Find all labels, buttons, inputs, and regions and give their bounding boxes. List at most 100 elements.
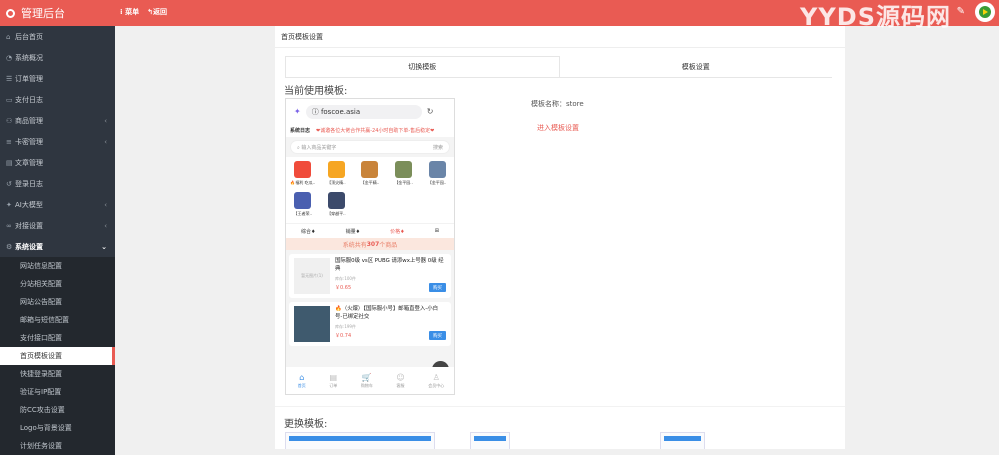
sidebar-item-label: 登录日志 — [15, 179, 43, 188]
sidebar-item[interactable]: ✦ AI大模型 ‹ — [0, 194, 115, 215]
sidebar-item-label: 订单管理 — [15, 74, 43, 83]
category-label: 【顶尖精.. — [327, 180, 346, 185]
nav-icon: ♙ — [432, 372, 440, 382]
sidebar-item[interactable]: ⌂ 后台首页 — [0, 26, 115, 47]
tool-icon[interactable]: ✎ — [957, 6, 965, 17]
sidebar-item[interactable]: ◔ 系统概况 — [0, 47, 115, 68]
sidebar-item-label: 后台首页 — [15, 32, 43, 41]
current-template-title: 当前使用模板: — [284, 86, 348, 97]
tab-bar: 切换模板 模板设置 — [285, 56, 832, 78]
submenu-item[interactable]: 计划任务设置 — [0, 437, 115, 455]
category-label: 【穿越平.. — [327, 211, 346, 216]
template-preview[interactable]: ✦ ⓘ foscoe.asia ↻ 系统日志 ❤诚邀各位大佬合作共赢-24小时自… — [285, 98, 455, 395]
menu-toggle-button[interactable]: ⁝ 菜单 — [120, 7, 139, 17]
link-icon: ∞ — [6, 221, 12, 230]
product-stock: 库存:100件 — [335, 276, 356, 281]
product-stock: 库存:199件 — [335, 324, 356, 329]
submenu-item[interactable]: 网站信息配置 — [0, 257, 115, 275]
template-thumbnail[interactable] — [660, 432, 705, 449]
chevron-icon: ⌄ — [101, 242, 107, 251]
template-thumbnail[interactable] — [285, 432, 435, 449]
tab-switch-template[interactable]: 切换模板 — [285, 56, 560, 77]
doc-icon: ▤ — [6, 158, 13, 167]
preview-url-field: ⓘ foscoe.asia — [305, 104, 422, 119]
logo-icon — [6, 8, 15, 18]
preview-category: 【金平园.. — [420, 159, 454, 190]
sidebar-item-label: 系统设置 — [15, 242, 43, 251]
product-price: ￥0.74 — [335, 333, 352, 339]
sidebar-item-label: 支付日志 — [15, 95, 43, 104]
product-title: 国际服0级 vs区 PUBG 请添wx上号器 0级 经典 — [335, 258, 444, 272]
preview-bottom-nav-item: 🛒 购物车 — [360, 372, 373, 388]
buy-button: 购买 — [429, 331, 446, 340]
top-bar: 管理后台 ⁝ 菜单 ↰返回 YYDS源码网 ✎ — [0, 0, 999, 31]
category-icon — [327, 192, 345, 209]
category-icon — [361, 161, 379, 178]
sidebar-item[interactable]: ∞ 对接设置 ‹ — [0, 215, 115, 236]
preview-category: 🔥福利 吃瓜.. — [286, 159, 320, 190]
user-avatar-icon[interactable] — [975, 2, 995, 22]
submenu-item[interactable]: Logo与背景设置 — [0, 419, 115, 437]
sidebar-item-label: 商品管理 — [15, 116, 43, 125]
submenu-item[interactable]: 网站公告配置 — [0, 293, 115, 311]
chevron-icon: ‹ — [104, 221, 107, 230]
enter-template-settings-link[interactable]: 进入模板设置 — [537, 123, 579, 133]
preview-category: 【穿越平.. — [320, 190, 354, 221]
sidebar-item[interactable]: ≡ 卡密管理 ‹ — [0, 131, 115, 152]
chevron-icon: ‹ — [104, 116, 107, 125]
submenu-item[interactable]: 分站相关配置 — [0, 275, 115, 293]
divider — [275, 406, 845, 407]
grid-view-icon: ⊞ — [434, 228, 439, 234]
top-nav: ⁝ 菜单 ↰返回 — [120, 7, 167, 17]
sidebar-item[interactable]: ▤ 文章管理 — [0, 152, 115, 173]
submenu-item[interactable]: 邮箱与短信配置 — [0, 311, 115, 329]
back-button[interactable]: ↰返回 — [147, 7, 167, 17]
sidebar: ⌂ 后台首页 ◔ 系统概况 ☰ 订单管理 ▭ 支付日志 ⚇ 商品管理 ‹ ≡ 卡密管理 ‹ ▤ 文章管理 ↺ 登录… — [0, 26, 115, 455]
chevron-icon: ‹ — [104, 137, 107, 146]
sidebar-item-label: AI大模型 — [15, 200, 43, 209]
preview-count-banner: 系统共有 307 个商品 — [286, 238, 454, 250]
content-gutter — [115, 26, 275, 449]
preview-category: 【金平园.. — [387, 159, 421, 190]
refresh-icon: ↻ — [426, 107, 434, 116]
submenu-item[interactable]: 支付接口配置 — [0, 329, 115, 347]
sidebar-item[interactable]: ☰ 订单管理 — [0, 68, 115, 89]
brand[interactable]: 管理后台 — [0, 0, 115, 26]
sidebar-item-label: 对接设置 — [15, 221, 43, 230]
preview-category: 【金平精.. — [353, 159, 387, 190]
submenu-item[interactable]: 验证与IP配置 — [0, 383, 115, 401]
product-image: 暂无图片(1) — [294, 258, 330, 294]
preview-bottom-nav: ⌂ 首页 ▤ 订单 🛒 购物车 ☺ 客服 ♙ 会员中心 — [286, 367, 454, 394]
sidebar-item[interactable]: ⚇ 商品管理 ‹ — [0, 110, 115, 131]
submenu-item[interactable]: 防CC攻击设置 — [0, 401, 115, 419]
buy-button: 购买 — [429, 283, 446, 292]
lines-icon: ≡ — [6, 137, 12, 146]
template-thumbnail[interactable] — [470, 432, 510, 449]
chevron-icon: ‹ — [104, 200, 107, 209]
sidebar-item[interactable]: ↺ 登录日志 — [0, 173, 115, 194]
gear-icon: ⚙ — [6, 242, 13, 251]
preview-search: ⌕ 输入商品关键字 搜索 — [290, 140, 450, 154]
submenu-item[interactable]: 首页模板设置 — [0, 347, 115, 365]
list-icon: ☰ — [6, 74, 13, 83]
sidebar-item[interactable]: ▭ 支付日志 — [0, 89, 115, 110]
replace-template-title: 更换模板: — [284, 419, 328, 430]
nav-icon: 🛒 — [361, 372, 372, 382]
preview-notice: 系统日志 ❤诚邀各位大佬合作共赢-24小时自助下单-售后稳定❤ — [286, 124, 454, 137]
cart-icon: ⚇ — [6, 116, 13, 125]
preview-sort-bar: 综合♦ 销量♦ 价格♦ ⊞ — [286, 223, 454, 238]
template-name: 模板名称：store — [531, 100, 584, 108]
submenu-item[interactable]: 快捷登录配置 — [0, 365, 115, 383]
card-icon: ▭ — [6, 95, 13, 104]
sidebar-item[interactable]: ⚙ 系统设置 ⌄ — [0, 236, 115, 257]
history-icon: ↺ — [6, 179, 12, 188]
nav-icon: ▤ — [329, 372, 338, 382]
preview-url-bar: ✦ ⓘ foscoe.asia ↻ — [286, 99, 454, 124]
tab-template-settings[interactable]: 模板设置 — [560, 56, 833, 77]
category-icon — [294, 192, 312, 209]
home-icon: ⌂ — [6, 32, 11, 41]
preview-bottom-nav-item: ⌂ 首页 — [297, 372, 306, 388]
category-label: 【金平园.. — [427, 180, 447, 185]
preview-category: 【王者荣.. — [286, 190, 320, 221]
product-price: ￥0.65 — [335, 285, 352, 291]
